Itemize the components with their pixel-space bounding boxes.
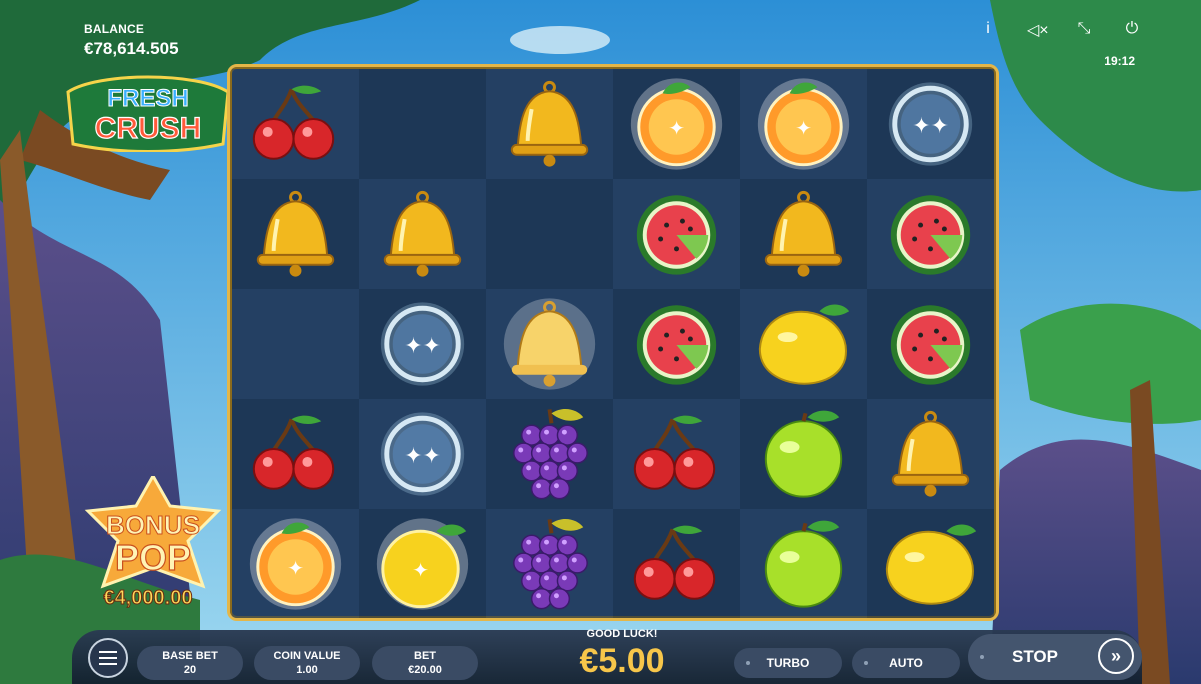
game-logo: FRESH CRUSH — [66, 75, 230, 152]
symbol-grapes — [486, 509, 613, 618]
win-amount: €5.00 — [579, 642, 665, 680]
symbol-bell — [359, 179, 486, 289]
game-screen: BALANCE €78,614.505 i ◁× ⤡ ⏻ 19:12 FRESH… — [0, 0, 1201, 684]
symbol-bell — [486, 69, 613, 179]
base-bet-button[interactable]: BASE BET 20 — [137, 646, 243, 680]
symbol-grapes — [486, 399, 613, 509]
symbol-orange-glow: ✦ — [232, 509, 359, 618]
reel-board: ✦ ✦ ✦✦ ✦✦ ✦✦ ✦ ✦ — [227, 64, 999, 621]
svg-text:✦: ✦ — [287, 558, 304, 580]
stop-button[interactable]: STOP » — [968, 634, 1142, 680]
symbol-lemon — [740, 289, 867, 399]
bonus-amount: €4,000.00 — [104, 587, 193, 609]
symbol-orange-glow: ✦ — [613, 69, 740, 179]
symbol-sparkle-ring: ✦✦ — [359, 289, 486, 399]
power-icon[interactable]: ⏻ — [1123, 20, 1141, 40]
symbol-lemon — [867, 509, 994, 618]
turbo-indicator — [746, 661, 750, 665]
status-message: GOOD LUCK! — [586, 628, 658, 640]
bonus-pop-badge: BONUS POP €4,000.00 — [84, 476, 222, 610]
bonus-line2: POP — [115, 537, 191, 578]
symbol-cherry — [232, 69, 359, 179]
symbol-watermelon — [867, 179, 994, 289]
coin-value-value: 1.00 — [296, 664, 318, 676]
symbol-orange-glow: ✦ — [740, 69, 867, 179]
svg-text:✦: ✦ — [412, 560, 429, 582]
svg-text:✦: ✦ — [795, 118, 812, 140]
symbol-sparkle-ring: ✦✦ — [867, 69, 994, 179]
turbo-label: TURBO — [766, 656, 810, 670]
control-bar: BASE BET 20 COIN VALUE 1.00 BET €20.00 G… — [72, 622, 1142, 684]
balance-label: BALANCE — [84, 22, 145, 36]
bet-value: €20.00 — [408, 664, 442, 676]
symbol-cherry — [232, 399, 359, 509]
clock: 19:12 — [1104, 54, 1135, 68]
bonus-line1: BONUS — [106, 510, 200, 540]
symbol-empty — [486, 179, 613, 289]
symbol-watermelon — [613, 289, 740, 399]
svg-text:✦✦: ✦✦ — [404, 443, 441, 468]
auto-indicator — [864, 661, 868, 665]
symbol-empty — [232, 289, 359, 399]
auto-label: AUTO — [889, 656, 923, 670]
top-toolbar: i ◁× ⤡ ⏻ — [979, 20, 1141, 40]
bet-label: BET — [414, 650, 436, 662]
base-bet-label: BASE BET — [162, 650, 218, 662]
balance-display: BALANCE €78,614.505 — [84, 22, 179, 59]
svg-text:✦✦: ✦✦ — [404, 333, 441, 358]
menu-button[interactable] — [88, 638, 128, 678]
logo-line2: CRUSH — [95, 112, 202, 145]
turbo-toggle[interactable]: TURBO — [734, 648, 842, 678]
symbol-bell — [867, 399, 994, 509]
fullscreen-icon[interactable]: ⤡ — [1075, 20, 1093, 40]
coin-value-button[interactable]: COIN VALUE 1.00 — [254, 646, 360, 680]
info-icon[interactable]: i — [979, 20, 997, 40]
balance-value: €78,614.505 — [84, 39, 179, 58]
stop-label: STOP — [1012, 647, 1058, 666]
auto-toggle[interactable]: AUTO — [852, 648, 960, 678]
symbol-cherry — [613, 399, 740, 509]
logo-line1: FRESH — [107, 85, 188, 112]
symbol-empty — [359, 69, 486, 179]
symbol-bell — [232, 179, 359, 289]
symbol-lemon-glow: ✦ — [359, 509, 486, 618]
symbol-cherry — [613, 509, 740, 618]
sound-mute-icon[interactable]: ◁× — [1027, 20, 1049, 40]
base-bet-value: 20 — [183, 664, 197, 676]
symbol-bell — [740, 179, 867, 289]
coin-value-label: COIN VALUE — [273, 650, 341, 662]
svg-text:✦✦: ✦✦ — [912, 113, 949, 138]
svg-text:✦: ✦ — [668, 118, 685, 140]
symbol-sparkle-ring: ✦✦ — [359, 399, 486, 509]
spin-icon[interactable]: » — [1098, 638, 1134, 674]
symbol-watermelon — [613, 179, 740, 289]
symbol-watermelon — [867, 289, 994, 399]
symbol-green-apple — [740, 399, 867, 509]
bet-button[interactable]: BET €20.00 — [372, 646, 478, 680]
symbol-grid: ✦ ✦ ✦✦ ✦✦ ✦✦ ✦ ✦ — [230, 67, 996, 618]
symbol-bell-glow — [486, 289, 613, 399]
symbol-green-apple — [740, 509, 867, 618]
